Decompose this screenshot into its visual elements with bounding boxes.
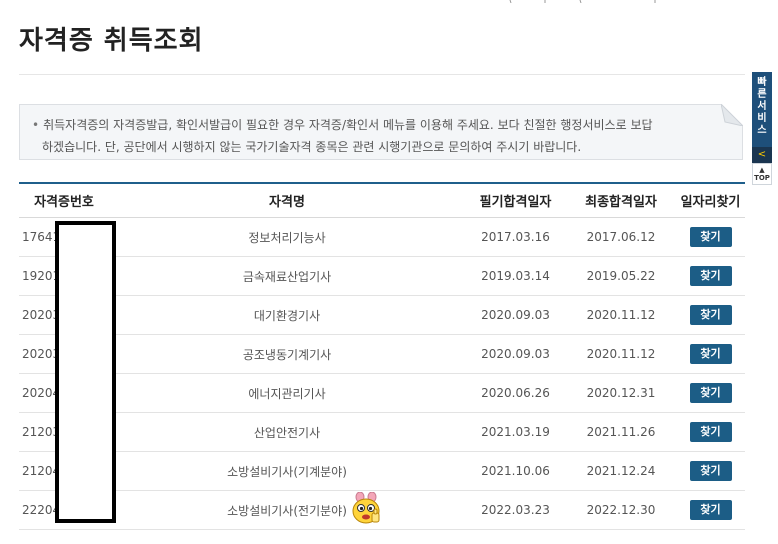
quick-char: 서 bbox=[757, 101, 767, 112]
thumbs-up-emoticon-icon bbox=[352, 492, 380, 524]
quick-char: 른 bbox=[757, 89, 767, 100]
final-date: 2021.12.24 bbox=[566, 451, 676, 491]
col-header-cert-name: 자격명 bbox=[109, 182, 465, 218]
final-date: 2021.11.26 bbox=[566, 412, 676, 452]
quick-char: 스 bbox=[757, 125, 767, 136]
find-job-button[interactable]: 찾기 bbox=[689, 500, 732, 520]
find-job-button[interactable]: 찾기 bbox=[689, 305, 732, 325]
table-row: 17641 정보처리기능사 2017.03.16 2017.06.12 찾기 bbox=[19, 217, 745, 257]
cert-name: 정보처리기능사 bbox=[109, 217, 465, 257]
job-search-cell: 찾기 bbox=[676, 217, 745, 257]
chevron-left-icon[interactable]: < bbox=[752, 147, 772, 163]
bullet-icon: • bbox=[32, 118, 40, 132]
table-row: 19201 금속재료산업기사 2019.03.14 2019.05.22 찾기 bbox=[19, 256, 745, 296]
notice-text-1: 취득자격증의 자격증발급, 확인서발급이 필요한 경우 자격증/확인서 메뉴를 … bbox=[43, 118, 653, 132]
job-search-cell: 찾기 bbox=[676, 490, 745, 530]
col-header-written-date: 필기합격일자 bbox=[465, 182, 566, 218]
cert-name: 금속재료산업기사 bbox=[109, 256, 465, 296]
cert-name: 소방설비기사(전기분야) bbox=[109, 490, 465, 530]
find-job-button[interactable]: 찾기 bbox=[689, 266, 732, 286]
caret-up-icon: ▲ bbox=[759, 166, 765, 174]
job-search-cell: 찾기 bbox=[676, 334, 745, 374]
final-date: 2020.12.31 bbox=[566, 373, 676, 413]
find-job-button[interactable]: 찾기 bbox=[689, 422, 732, 442]
title-divider bbox=[19, 74, 745, 75]
page-title: 자격증 취득조회 bbox=[19, 26, 204, 56]
final-date: 2019.05.22 bbox=[566, 256, 676, 296]
col-header-final-date: 최종합격일자 bbox=[566, 182, 676, 218]
notice-line-1: • 취득자격증의 자격증발급, 확인서발급이 필요한 경우 자격증/확인서 메뉴를… bbox=[32, 114, 702, 136]
notice-line-2: 하겠습니다. 단, 공단에서 시행하지 않는 국가기술자격 종목은 관련 시행기… bbox=[32, 136, 702, 158]
job-search-cell: 찾기 bbox=[676, 412, 745, 452]
table-row: 20204 에너지관리기사 2020.06.26 2020.12.31 찾기 bbox=[19, 373, 745, 413]
find-job-button[interactable]: 찾기 bbox=[689, 344, 732, 364]
cert-name: 에너지관리기사 bbox=[109, 373, 465, 413]
cert-name: 산업안전기사 bbox=[109, 412, 465, 452]
job-search-cell: 찾기 bbox=[676, 373, 745, 413]
find-job-button[interactable]: 찾기 bbox=[689, 227, 732, 247]
table-header-row: 자격증번호 자격명 필기합격일자 최종합격일자 일자리찾기 bbox=[19, 182, 745, 218]
find-job-button[interactable]: 찾기 bbox=[689, 383, 732, 403]
final-date: 2020.11.12 bbox=[566, 295, 676, 335]
written-date: 2021.10.06 bbox=[465, 451, 566, 491]
job-search-cell: 찾기 bbox=[676, 256, 745, 296]
written-date: 2020.09.03 bbox=[465, 295, 566, 335]
top-label: TOP bbox=[754, 174, 770, 182]
cert-name: 대기환경기사 bbox=[109, 295, 465, 335]
written-date: 2022.03.23 bbox=[465, 490, 566, 530]
quick-char: 빠 bbox=[757, 77, 767, 88]
final-date: 2022.12.30 bbox=[566, 490, 676, 530]
quick-char: 비 bbox=[757, 113, 767, 124]
table-row: 20203 공조냉동기계기사 2020.09.03 2020.11.12 찾기 bbox=[19, 334, 745, 374]
cert-name: 소방설비기사(기계분야) bbox=[109, 451, 465, 491]
find-job-button[interactable]: 찾기 bbox=[689, 461, 732, 481]
col-header-cert-no: 자격증번호 bbox=[19, 182, 109, 218]
written-date: 2019.03.14 bbox=[465, 256, 566, 296]
job-search-cell: 찾기 bbox=[676, 295, 745, 335]
top-button[interactable]: ▲ TOP bbox=[752, 163, 772, 185]
top-edge-fragment bbox=[509, 0, 656, 3]
col-header-job-search: 일자리찾기 bbox=[676, 182, 745, 218]
redaction-box bbox=[55, 221, 116, 523]
written-date: 2017.03.16 bbox=[465, 217, 566, 257]
cert-name: 공조냉동기계기사 bbox=[109, 334, 465, 374]
final-date: 2017.06.12 bbox=[566, 217, 676, 257]
final-date: 2020.11.12 bbox=[566, 334, 676, 374]
page-curl-icon bbox=[721, 104, 743, 126]
written-date: 2020.06.26 bbox=[465, 373, 566, 413]
table-row: 20203 대기환경기사 2020.09.03 2020.11.12 찾기 bbox=[19, 295, 745, 335]
written-date: 2021.03.19 bbox=[465, 412, 566, 452]
notice-box: • 취득자격증의 자격증발급, 확인서발급이 필요한 경우 자격증/확인서 메뉴를… bbox=[19, 104, 743, 160]
table-row: 22204 소방설비기사(전기분야) 2022.03.23 2022.12.30… bbox=[19, 490, 745, 530]
job-search-cell: 찾기 bbox=[676, 451, 745, 491]
quick-service-tab[interactable]: 빠 른 서 비 스 bbox=[752, 72, 772, 147]
quick-menu: 빠 른 서 비 스 < ▲ TOP bbox=[752, 72, 772, 189]
notice-text-2: 하겠습니다. 단, 공단에서 시행하지 않는 국가기술자격 종목은 관련 시행기… bbox=[42, 140, 582, 154]
certificate-table: 자격증번호 자격명 필기합격일자 최종합격일자 일자리찾기 17641 정보처리… bbox=[19, 182, 745, 530]
table-row: 21204 소방설비기사(기계분야) 2021.10.06 2021.12.24… bbox=[19, 451, 745, 491]
table-row: 21203 산업안전기사 2021.03.19 2021.11.26 찾기 bbox=[19, 412, 745, 452]
written-date: 2020.09.03 bbox=[465, 334, 566, 374]
